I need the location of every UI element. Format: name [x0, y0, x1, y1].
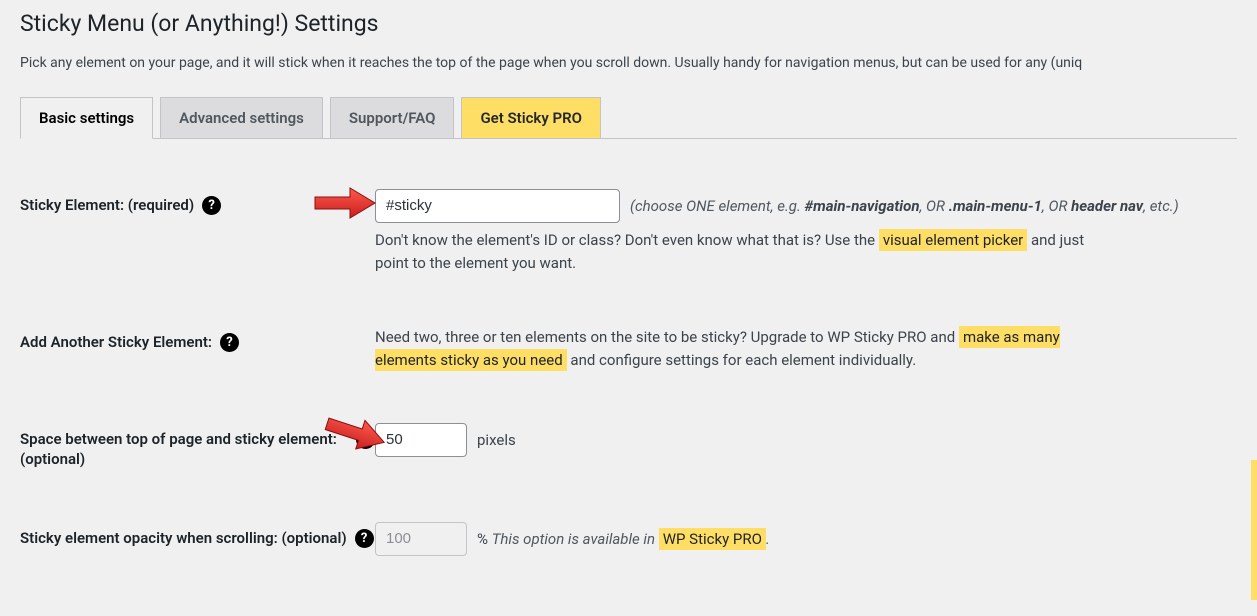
page-title: Sticky Menu (or Anything!) Settings	[20, 8, 1237, 37]
opacity-note: % This option is available in WP Sticky …	[477, 530, 770, 548]
tabs-nav: Basic settings Advanced settings Support…	[20, 97, 1237, 139]
scrollbar-thumb[interactable]	[1251, 460, 1257, 600]
label-add-another: Add Another Sticky Element: ?	[20, 326, 375, 352]
help-icon[interactable]: ?	[202, 196, 221, 215]
row-space-top: Space between top of page and sticky ele…	[20, 423, 1237, 470]
help-icon[interactable]: ?	[356, 430, 375, 449]
row-opacity: Sticky element opacity when scrolling: (…	[20, 522, 1237, 556]
tab-support-faq[interactable]: Support/FAQ	[330, 97, 455, 139]
space-top-input[interactable]	[375, 423, 467, 457]
tab-basic-settings[interactable]: Basic settings	[20, 97, 153, 139]
help-icon[interactable]: ?	[355, 529, 374, 548]
opacity-input	[375, 522, 467, 556]
tab-advanced-settings[interactable]: Advanced settings	[160, 97, 323, 139]
add-another-desc: Need two, three or ten elements on the s…	[375, 326, 1115, 371]
settings-form: Sticky Element: (required) ? (choose ONE…	[20, 189, 1237, 556]
row-sticky-element: Sticky Element: (required) ? (choose ONE…	[20, 189, 1237, 274]
sticky-element-desc: Don't know the element's ID or class? Do…	[375, 229, 1115, 274]
sticky-element-input[interactable]	[375, 189, 620, 223]
label-sticky-element: Sticky Element: (required) ?	[20, 189, 375, 215]
row-add-another: Add Another Sticky Element: ? Need two, …	[20, 326, 1237, 371]
label-opacity: Sticky element opacity when scrolling: (…	[20, 522, 375, 548]
page-intro: Pick any element on your page, and it wi…	[20, 55, 1237, 71]
help-icon[interactable]: ?	[220, 333, 239, 352]
sticky-element-hint: (choose ONE element, e.g. #main-navigati…	[630, 195, 1179, 218]
label-space-top: Space between top of page and sticky ele…	[20, 423, 375, 470]
visual-element-picker-link[interactable]: visual element picker	[879, 229, 1027, 251]
space-top-unit: pixels	[477, 431, 516, 449]
tab-get-sticky-pro[interactable]: Get Sticky PRO	[461, 97, 601, 139]
pro-opacity-link[interactable]: WP Sticky PRO	[659, 528, 766, 550]
